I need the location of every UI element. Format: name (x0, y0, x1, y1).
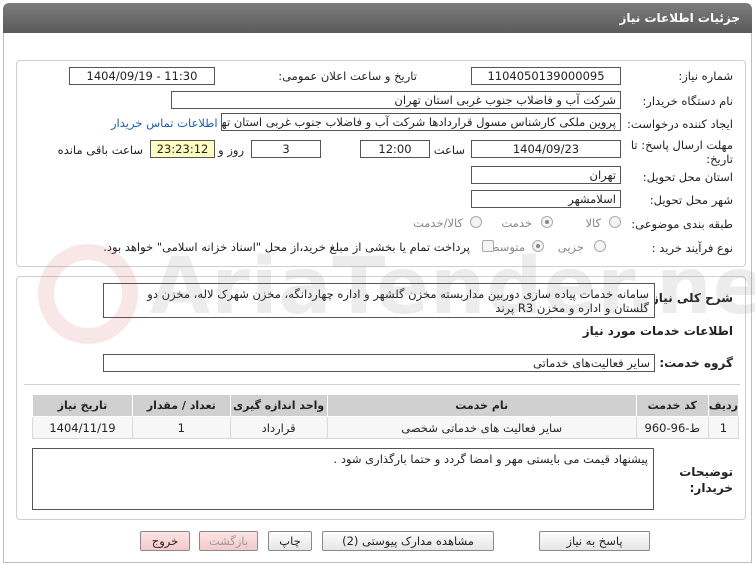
need-number-label: شماره نیاز: (678, 69, 733, 83)
purchase-radio-medium[interactable] (532, 240, 544, 252)
category-option-service: خدمت (501, 216, 532, 230)
category-option-goods: کالا (585, 216, 601, 230)
services-table-header: ردیف کد خدمت نام خدمت واحد اندازه گیری ت… (32, 394, 740, 417)
exit-button[interactable]: خروج (140, 531, 190, 551)
col-code: کد خدمت (635, 394, 709, 417)
deadline-label-text: مهلت ارسال پاسخ: تا تاریخ: (630, 138, 733, 166)
creator-field: پروین ملکی کارشناس مسول قراردادها شرکت آ… (221, 113, 621, 131)
back-button[interactable]: بازگشت (199, 531, 258, 551)
deadline-time-label: ساعت (433, 143, 465, 157)
purchase-type-label: نوع فرآیند خرید : (651, 241, 733, 255)
description-text: سامانه خدمات پیاده سازی دوربین مداربسته … (103, 283, 655, 318)
category-label: طبقه بندی موضوعی: (631, 217, 733, 231)
page-title: جزئیات اطلاعات نیاز (619, 11, 740, 25)
buyer-notes-label: توضیحات خریدار: (673, 464, 733, 496)
cell-quantity: 1 (131, 416, 231, 439)
category-radio-service[interactable] (541, 216, 553, 228)
remaining-time-field: 23:23:12 (150, 140, 215, 158)
services-table: ردیف کد خدمت نام خدمت واحد اندازه گیری ت… (32, 394, 740, 439)
deadline-label: مهلت ارسال پاسخ: تا تاریخ: (623, 138, 733, 166)
section-divider (24, 384, 740, 385)
reply-button[interactable]: پاسخ به نیاز (539, 531, 650, 551)
city-label: شهر محل تحویل: (649, 193, 733, 207)
category-option-goods-service: کالا/خدمت (412, 216, 463, 230)
buyer-contact-link[interactable]: اطلاعات تماس خریدار (111, 116, 218, 130)
remaining-label: ساعت باقی مانده (57, 143, 143, 157)
announce-field: 1404/09/19 - 11:30 (69, 67, 215, 85)
col-row: ردیف (707, 394, 740, 417)
col-name: نام خدمت (326, 394, 637, 417)
col-date: تاریخ نیاز (32, 394, 133, 417)
cell-unit: قرارداد (229, 416, 328, 439)
buyer-org-field: شرکت آب و فاضلاب جنوب غربی استان تهران (171, 91, 621, 109)
purchase-radio-minor[interactable] (594, 240, 606, 252)
service-group-field: سایر فعالیت‌های خدماتی (103, 354, 655, 372)
purchase-option-minor: جزیی (557, 240, 584, 254)
deadline-date-field: 1404/09/23 (471, 140, 621, 158)
treasury-note: پرداخت تمام یا بخشی از مبلغ خرید،از محل … (103, 240, 470, 254)
col-unit: واحد اندازه گیری (229, 394, 328, 417)
announce-label: تاریخ و ساعت اعلان عمومی: (278, 69, 417, 83)
buyer-notes-text: پیشنهاد قیمت می بایستی مهر و امضا گردد و… (32, 448, 654, 510)
need-number-field: 1104050139000095 (471, 67, 621, 85)
days-label: روز و (218, 143, 244, 157)
city-field: اسلامشهر (471, 190, 621, 208)
window-titlebar: جزئیات اطلاعات نیاز (3, 3, 752, 33)
services-section-title: اطلاعات خدمات مورد نیاز (582, 324, 733, 338)
description-label: شرح کلی نیاز: (647, 291, 733, 305)
category-radio-goods[interactable] (609, 216, 621, 228)
province-label: استان محل تحویل: (642, 170, 733, 184)
view-documents-button[interactable]: مشاهده مدارک پیوستی (2) (322, 531, 494, 551)
cell-code: ط-96-960 (635, 416, 709, 439)
province-field: تهران (471, 166, 621, 184)
deadline-time-field: 12:00 (360, 140, 430, 158)
category-radio-goods-service[interactable] (470, 216, 482, 228)
cell-date: 1404/11/19 (32, 416, 133, 439)
buyer-org-label: نام دستگاه خریدار: (642, 94, 733, 108)
creator-label: ایجاد کننده درخواست: (627, 117, 733, 131)
table-row: 1 ط-96-960 سایر فعالیت های خدماتی شخصی ق… (32, 416, 740, 439)
print-button[interactable]: چاپ (268, 531, 312, 551)
cell-row: 1 (707, 416, 740, 439)
cell-name: سایر فعالیت های خدماتی شخصی (326, 416, 637, 439)
treasury-checkbox[interactable] (482, 240, 494, 252)
buyer-notes-label-text: توضیحات خریدار: (679, 465, 733, 495)
col-quantity: تعداد / مقدار (131, 394, 231, 417)
service-group-label: گروه خدمت: (659, 356, 733, 370)
days-field: 3 (251, 140, 321, 158)
purchase-option-medium: متوسط (488, 240, 525, 254)
